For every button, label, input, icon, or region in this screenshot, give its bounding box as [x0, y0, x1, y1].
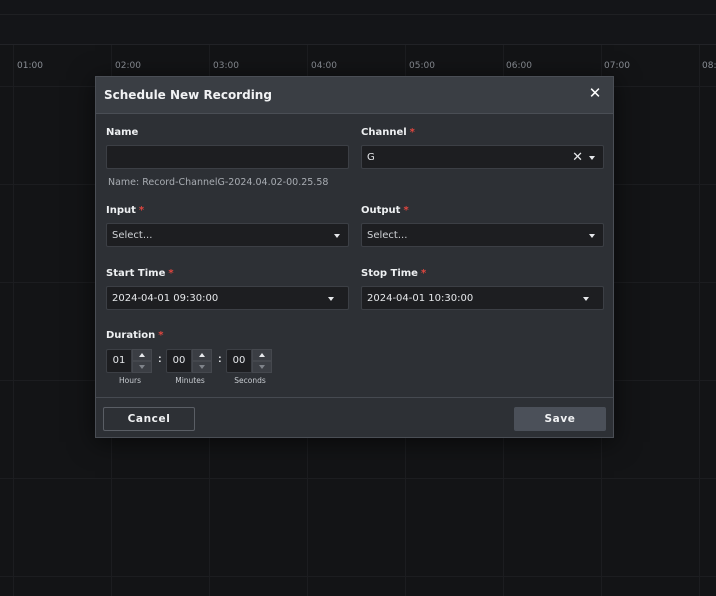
- caret-down-icon: [259, 365, 265, 369]
- dialog-title: Schedule New Recording: [104, 88, 272, 102]
- chevron-down-icon[interactable]: [589, 234, 595, 238]
- duration-label: Duration *: [106, 330, 164, 341]
- name-label: Name: [106, 127, 138, 138]
- start-time-picker[interactable]: 2024-04-01 09:30:00: [106, 286, 349, 310]
- seconds-increment-button[interactable]: [252, 349, 272, 361]
- timeline-tick: 07:00: [604, 61, 630, 71]
- output-select[interactable]: Select...: [361, 223, 604, 247]
- stop-time-label-text: Stop Time: [361, 268, 418, 279]
- timeline-tick: 03:00: [213, 61, 239, 71]
- channel-value: G: [367, 152, 375, 163]
- stop-time-value: 2024-04-01 10:30:00: [367, 293, 474, 304]
- timeline-tick: 05:00: [409, 61, 435, 71]
- timeline-tick: 08:0: [702, 61, 716, 71]
- input-placeholder: Select...: [112, 230, 153, 241]
- schedule-recording-dialog: Schedule New Recording ✕ Name Name: Reco…: [95, 76, 614, 438]
- required-marker: *: [138, 205, 145, 216]
- seconds-decrement-button[interactable]: [252, 361, 272, 373]
- time-separator: :: [218, 353, 222, 365]
- hours-increment-button[interactable]: [132, 349, 152, 361]
- duration-label-text: Duration: [106, 330, 156, 341]
- chevron-down-icon[interactable]: [583, 297, 589, 301]
- time-separator: :: [158, 353, 162, 365]
- stop-time-label: Stop Time *: [361, 268, 426, 279]
- caret-up-icon: [139, 353, 145, 357]
- caret-down-icon: [139, 365, 145, 369]
- channel-label-text: Channel: [361, 127, 407, 138]
- hours-decrement-button[interactable]: [132, 361, 152, 373]
- chevron-down-icon[interactable]: [334, 234, 340, 238]
- minutes-decrement-button[interactable]: [192, 361, 212, 373]
- input-label: Input *: [106, 205, 144, 216]
- required-marker: *: [409, 127, 415, 138]
- seconds-arrows: [252, 349, 272, 373]
- cancel-button[interactable]: Cancel: [103, 407, 195, 431]
- output-label-text: Output: [361, 205, 401, 216]
- name-label-text: Name: [106, 127, 139, 138]
- caret-up-icon: [259, 353, 265, 357]
- timeline-tick: 02:00: [115, 61, 141, 71]
- minutes-input[interactable]: 00: [166, 349, 192, 373]
- top-toolbar: [0, 0, 716, 45]
- required-marker: *: [420, 268, 427, 279]
- hours-input[interactable]: 01: [106, 349, 132, 373]
- required-marker: *: [158, 330, 164, 341]
- start-time-label: Start Time *: [106, 268, 174, 279]
- dialog-header: Schedule New Recording ✕: [96, 77, 613, 114]
- channel-select[interactable]: G ✕: [361, 145, 604, 169]
- save-button[interactable]: Save: [514, 407, 606, 431]
- timeline-tick: 06:00: [506, 61, 532, 71]
- input-select[interactable]: Select...: [106, 223, 349, 247]
- caret-up-icon: [199, 353, 205, 357]
- timeline-tick: 04:00: [311, 61, 337, 71]
- name-hint: Name: Record-ChannelG-2024.04.02-00.25.5…: [108, 177, 329, 188]
- seconds-unit-label: Seconds: [234, 376, 266, 385]
- output-placeholder: Select...: [367, 230, 408, 241]
- channel-label: Channel *: [361, 127, 415, 138]
- caret-down-icon: [199, 365, 205, 369]
- start-time-value: 2024-04-01 09:30:00: [112, 293, 219, 304]
- clear-icon[interactable]: ✕: [572, 149, 583, 165]
- required-marker: *: [403, 205, 409, 216]
- hours-arrows: [132, 349, 152, 373]
- minutes-increment-button[interactable]: [192, 349, 212, 361]
- close-icon[interactable]: ✕: [586, 85, 604, 103]
- minutes-arrows: [192, 349, 212, 373]
- hours-unit-label: Hours: [119, 376, 141, 385]
- name-input[interactable]: [106, 145, 349, 169]
- chevron-down-icon[interactable]: [328, 297, 334, 301]
- output-label: Output *: [361, 205, 409, 216]
- stop-time-picker[interactable]: 2024-04-01 10:30:00: [361, 286, 604, 310]
- start-time-label-text: Start Time: [106, 268, 166, 279]
- timeline-tick: 01:00: [17, 61, 43, 71]
- seconds-input[interactable]: 00: [226, 349, 252, 373]
- footer-divider: [96, 397, 613, 398]
- minutes-unit-label: Minutes: [175, 376, 205, 385]
- input-label-text: Input: [106, 205, 136, 216]
- required-marker: *: [168, 268, 174, 279]
- chevron-down-icon[interactable]: [589, 156, 595, 160]
